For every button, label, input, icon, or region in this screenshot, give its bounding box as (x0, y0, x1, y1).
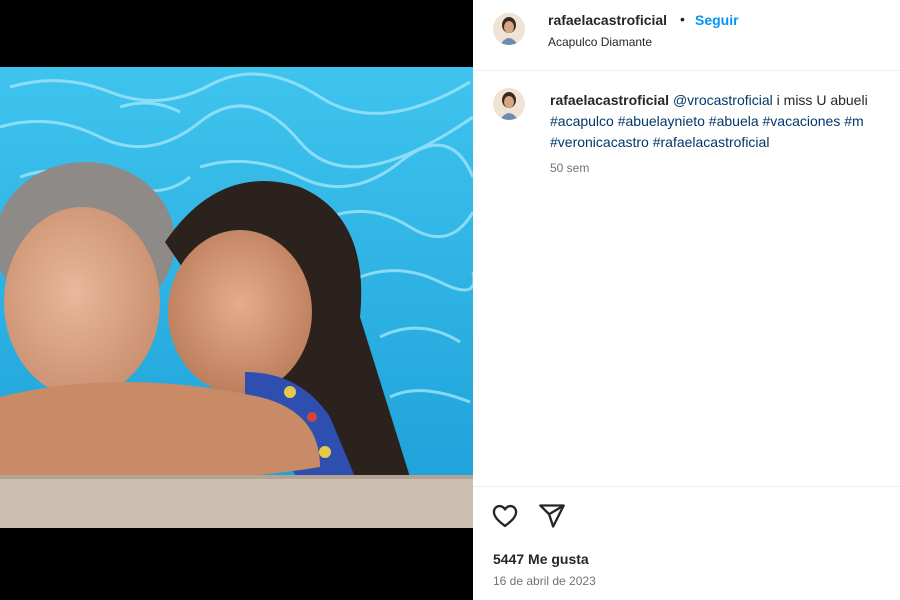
post-author-username[interactable]: rafaelacastroficial (548, 12, 667, 28)
share-button[interactable] (538, 502, 566, 530)
divider (473, 486, 900, 487)
follow-button[interactable]: Seguir (695, 12, 739, 28)
heart-icon (492, 504, 518, 528)
post-header: rafaelacastroficial • Seguir Acapulco Di… (473, 0, 900, 71)
post-location[interactable]: Acapulco Diamante (548, 35, 652, 49)
hashtag[interactable]: #abuela (709, 113, 759, 129)
likes-count[interactable]: 5447 Me gusta (493, 551, 589, 567)
avatar[interactable] (493, 88, 525, 120)
post-media (0, 0, 473, 600)
hashtag[interactable]: #rafaelacastroficial (653, 134, 770, 150)
caption-time-ago[interactable]: 50 sem (550, 161, 589, 175)
caption-text: rafaelacastroficial @vrocastroficial i m… (550, 90, 900, 153)
avatar[interactable] (493, 13, 525, 45)
caption-mention[interactable]: @vrocastroficial (673, 92, 773, 108)
hashtag[interactable]: #m (844, 113, 863, 129)
separator-dot: • (680, 11, 685, 27)
hashtag[interactable]: #acapulco (550, 113, 614, 129)
hashtag[interactable]: #vacaciones (763, 113, 841, 129)
hashtag[interactable]: #abuelaynieto (618, 113, 705, 129)
hashtag[interactable]: #veronicacastro (550, 134, 649, 150)
post-photo[interactable] (0, 67, 473, 528)
paper-plane-icon (539, 504, 565, 528)
like-button[interactable] (491, 502, 519, 530)
caption-message: i miss U abueli (776, 92, 868, 108)
post-date[interactable]: 16 de abril de 2023 (493, 574, 596, 588)
caption-username[interactable]: rafaelacastroficial (550, 92, 669, 108)
post-sidebar: rafaelacastroficial • Seguir Acapulco Di… (473, 0, 900, 600)
